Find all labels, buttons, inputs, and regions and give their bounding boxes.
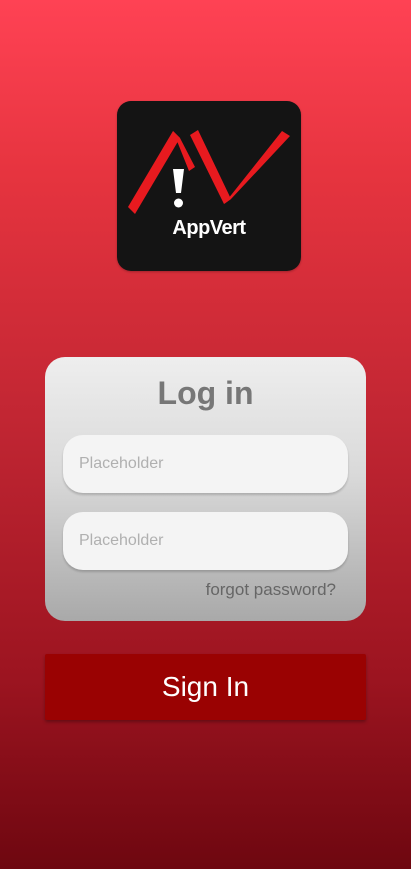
sign-in-button[interactable]: Sign In — [45, 654, 366, 720]
username-input[interactable] — [63, 435, 348, 493]
appvert-logo-icon — [117, 101, 301, 271]
login-card: Log in forgot password? — [45, 357, 366, 621]
password-input[interactable] — [63, 512, 348, 570]
login-title: Log in — [157, 375, 254, 411]
username-field-wrapper — [63, 435, 348, 493]
logo-text: AppVert — [172, 217, 246, 239]
forgot-password-link[interactable]: forgot password? — [206, 580, 336, 600]
app-logo: AppVert — [117, 101, 301, 271]
password-field-wrapper — [63, 512, 348, 570]
